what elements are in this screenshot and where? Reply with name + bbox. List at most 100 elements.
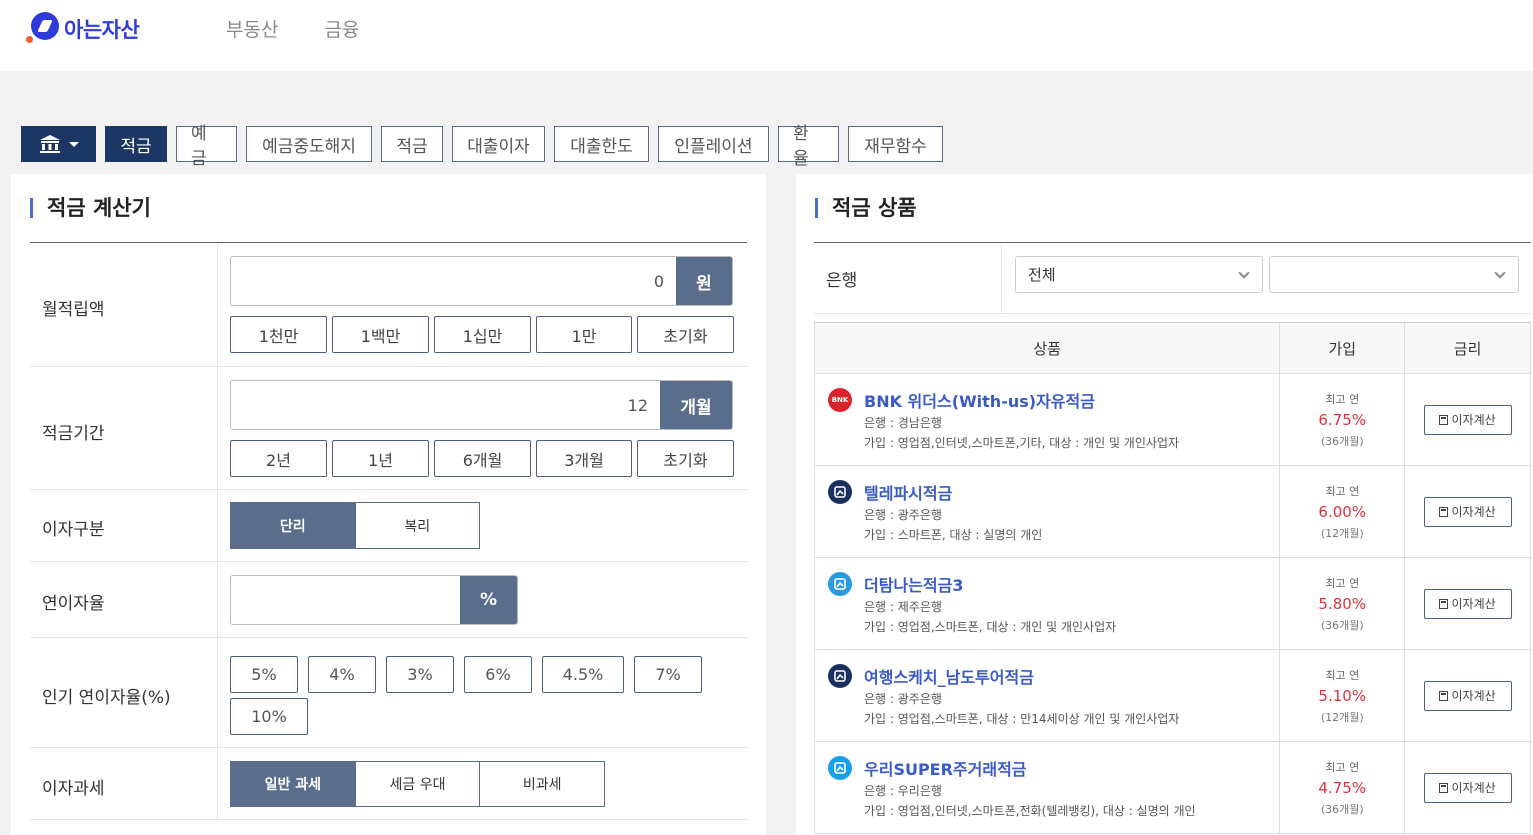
compound-interest-option[interactable]: 복리 [356, 503, 480, 548]
sub-filter-select[interactable] [1269, 256, 1519, 293]
rate-4-5-button[interactable]: 4.5% [542, 656, 624, 693]
product-bank: 은행 : 우리은행 [864, 784, 942, 798]
logo-text: 아는자산 [64, 18, 140, 42]
monthly-reset-button[interactable]: 초기화 [637, 316, 734, 353]
action-cell: 이자계산 [1405, 374, 1531, 465]
rate-cell: 최고 연 6.75% (36개월) [1280, 374, 1406, 465]
top-nav: 부동산 금융 [226, 15, 359, 42]
rate-5-button[interactable]: 5% [230, 656, 298, 693]
rate-term: (36개월) [1320, 618, 1364, 632]
bank-logo-icon [828, 756, 852, 780]
monthly-deposit-input[interactable]: 0 원 [230, 256, 733, 306]
savings-calculator-panel: 적금 계산기 월적립액 0 원 1천만 1백만 1십만 1만 초기화 적금기간 … [11, 174, 766, 835]
rate-cell: 최고 연 4.75% (36개월) [1280, 742, 1406, 833]
rate-prefix: 최고 연 [1325, 484, 1360, 498]
max-rate: 6.75% [1318, 410, 1367, 429]
tab-deposit-early-termination[interactable]: 예금중도해지 [246, 126, 372, 162]
monthly-deposit-row: 월적립액 0 원 1천만 1백만 1십만 1만 초기화 [30, 243, 747, 367]
product-name[interactable]: 텔레파시적금 [864, 480, 952, 504]
table-row: 더탐나는적금3 은행 : 제주은행 가입 : 영업점,스마트폰, 대상 : 개인… [814, 558, 1531, 650]
rate-3-button[interactable]: 3% [386, 656, 454, 693]
period-input[interactable]: 12 개월 [230, 380, 733, 430]
max-rate: 5.10% [1318, 686, 1367, 705]
product-name[interactable]: 우리SUPER주거래적금 [864, 756, 1027, 780]
rate-prefix: 최고 연 [1325, 760, 1360, 774]
products-table: 상품 가입 금리 BNK BNK 위더스(With-us)자유적금 은행 : 경… [814, 322, 1531, 834]
bank-logo-icon [828, 664, 852, 688]
won-unit: 원 [676, 257, 732, 305]
interest-calc-button[interactable]: 이자계산 [1423, 680, 1512, 711]
product-name[interactable]: 여행스케치_남도투어적금 [864, 664, 1034, 688]
rate-cell: 최고 연 6.00% (12개월) [1280, 466, 1406, 557]
table-row: 여행스케치_남도투어적금 은행 : 광주은행 가입 : 영업점,스마트폰, 대상… [814, 650, 1531, 742]
rate-term: (36개월) [1320, 802, 1364, 816]
calculator-icon [1439, 506, 1449, 517]
simple-interest-option[interactable]: 단리 [231, 503, 356, 548]
calculator-icon [1439, 782, 1449, 793]
tab-financial-functions[interactable]: 재무함수 [848, 126, 943, 162]
period-1y-button[interactable]: 1년 [332, 440, 429, 477]
product-cell: 여행스케치_남도투어적금 은행 : 광주은행 가입 : 영업점,스마트폰, 대상… [815, 650, 1281, 741]
tab-deposit[interactable]: 예금 [176, 124, 237, 169]
rate-prefix: 최고 연 [1325, 576, 1360, 590]
bank-icon [39, 135, 60, 153]
general-tax-option[interactable]: 일반 과세 [231, 762, 356, 806]
tax-exempt-option[interactable]: 비과세 [480, 762, 604, 806]
annual-rate-input[interactable]: % [230, 575, 518, 625]
product-bank: 은행 : 광주은행 [864, 508, 942, 522]
quick-10m-button[interactable]: 1천만 [230, 316, 327, 353]
product-bank: 은행 : 광주은행 [864, 692, 942, 706]
period-6m-button[interactable]: 6개월 [434, 440, 531, 477]
interest-calc-button[interactable]: 이자계산 [1423, 496, 1512, 527]
tab-inflation[interactable]: 인플레이션 [658, 126, 769, 162]
popular-rates-label: 인기 연이자율(%) [42, 688, 171, 708]
percent-unit: % [460, 576, 517, 624]
nav-real-estate[interactable]: 부동산 [226, 15, 278, 42]
tax-preferred-option[interactable]: 세금 우대 [356, 762, 481, 806]
period-3m-button[interactable]: 3개월 [536, 440, 632, 477]
action-cell: 이자계산 [1405, 558, 1531, 649]
rate-6-button[interactable]: 6% [464, 656, 532, 693]
tab-exchange-rate[interactable]: 환율 [778, 124, 839, 169]
chevron-down-icon [1238, 267, 1250, 279]
period-2y-button[interactable]: 2년 [230, 440, 327, 477]
header-join: 가입 [1280, 323, 1406, 373]
header-rate: 금리 [1405, 323, 1531, 373]
table-row: 우리SUPER주거래적금 은행 : 우리은행 가입 : 영업점,인터넷,스마트폰… [814, 742, 1531, 834]
product-name[interactable]: BNK 위더스(With-us)자유적금 [864, 388, 1095, 412]
quick-100k-button[interactable]: 1십만 [434, 316, 531, 353]
period-row: 적금기간 12 개월 2년 1년 6개월 3개월 초기화 [30, 367, 747, 490]
annual-rate-label: 연이자율 [42, 594, 105, 614]
product-join-info: 가입 : 영업점,스마트폰, 대상 : 만14세이상 개인 및 개인사업자 [864, 712, 1180, 726]
rate-term: (36개월) [1320, 434, 1364, 448]
interest-calc-button[interactable]: 이자계산 [1423, 772, 1512, 803]
title-divider [814, 242, 1531, 243]
tab-savings-active[interactable]: 적금 [105, 126, 167, 162]
calculator-tabs: 적금 예금 예금중도해지 적금 대출이자 대출한도 인플레이션 환율 재무함수 [21, 124, 943, 169]
nav-finance[interactable]: 금융 [324, 15, 359, 42]
quick-1m-button[interactable]: 1백만 [332, 316, 429, 353]
tab-loan-interest[interactable]: 대출이자 [452, 126, 545, 162]
interest-calc-button[interactable]: 이자계산 [1423, 404, 1512, 435]
period-reset-button[interactable]: 초기화 [637, 440, 734, 477]
action-cell: 이자계산 [1405, 466, 1531, 557]
rate-4-button[interactable]: 4% [308, 656, 376, 693]
rate-7-button[interactable]: 7% [634, 656, 702, 693]
bank-menu-dropdown[interactable] [21, 126, 96, 162]
bank-select[interactable]: 전체 [1015, 256, 1263, 293]
product-name[interactable]: 더탐나는적금3 [864, 572, 963, 596]
action-cell: 이자계산 [1405, 742, 1531, 833]
interest-calc-button[interactable]: 이자계산 [1423, 588, 1512, 619]
rate-10-button[interactable]: 10% [230, 698, 308, 735]
product-join-info: 가입 : 스마트폰, 대상 : 실명의 개인 [864, 528, 1043, 542]
product-join-info: 가입 : 영업점,스마트폰, 대상 : 개인 및 개인사업자 [864, 620, 1117, 634]
logo[interactable]: 아는자산 [26, 12, 140, 46]
rate-cell: 최고 연 5.10% (12개월) [1280, 650, 1406, 741]
tab-savings[interactable]: 적금 [381, 126, 443, 162]
product-cell: 우리SUPER주거래적금 은행 : 우리은행 가입 : 영업점,인터넷,스마트폰… [815, 742, 1281, 833]
max-rate: 6.00% [1318, 502, 1367, 521]
quick-10k-button[interactable]: 1만 [536, 316, 632, 353]
tab-loan-limit[interactable]: 대출한도 [554, 126, 649, 162]
monthly-deposit-label: 월적립액 [42, 300, 105, 320]
tax-label: 이자과세 [42, 779, 105, 799]
